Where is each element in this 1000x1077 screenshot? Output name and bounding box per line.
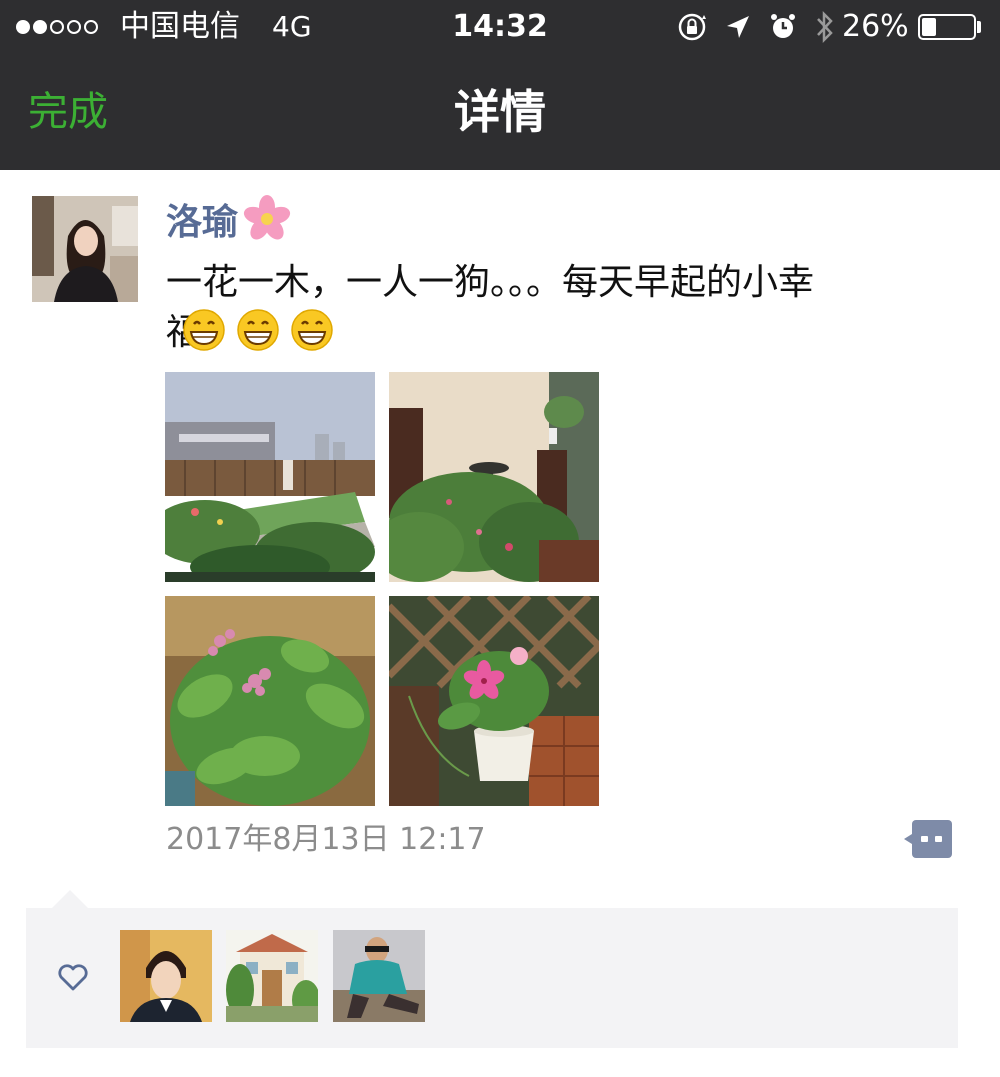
status-icons — [676, 10, 836, 44]
heart-icon — [58, 964, 88, 991]
post-photo[interactable] — [389, 372, 599, 582]
nav-bar: 完成 详情 — [0, 54, 1000, 170]
status-bar: 中国电信 4G 14:32 26% — [0, 0, 1000, 54]
grinning-emoji-icon — [291, 309, 333, 351]
post-photo[interactable] — [389, 596, 599, 806]
orientation-lock-icon — [678, 13, 706, 41]
author-name-text: 洛瑜 — [166, 202, 239, 243]
alarm-icon — [771, 14, 795, 38]
comment-button[interactable] — [904, 820, 952, 858]
author-name[interactable]: 洛瑜 — [166, 194, 292, 244]
emoji-row — [180, 306, 336, 354]
author-avatar[interactable] — [32, 196, 138, 302]
location-arrow-icon — [727, 16, 749, 38]
likes-pointer — [52, 890, 88, 908]
post-photo[interactable] — [165, 596, 375, 806]
battery-percent: 26% — [842, 9, 909, 44]
page-title: 详情 — [454, 85, 546, 139]
more-actions-icon — [904, 820, 952, 858]
bluetooth-icon — [817, 10, 833, 44]
post-timestamp: 2017年8月13日 12:17 — [166, 822, 486, 857]
grinning-emoji-icon — [237, 309, 279, 351]
battery-icon — [918, 14, 976, 40]
cherry-blossom-icon — [243, 195, 291, 240]
liker-avatar[interactable] — [226, 930, 318, 1022]
liker-avatar[interactable] — [120, 930, 212, 1022]
grinning-emoji-icon — [183, 309, 225, 351]
battery-tip — [977, 21, 981, 33]
post-photo[interactable] — [165, 372, 375, 582]
post-text-line-1: 一花一木，一人一狗。。。每天早起的小幸 — [166, 262, 815, 303]
liker-avatar[interactable] — [333, 930, 425, 1022]
